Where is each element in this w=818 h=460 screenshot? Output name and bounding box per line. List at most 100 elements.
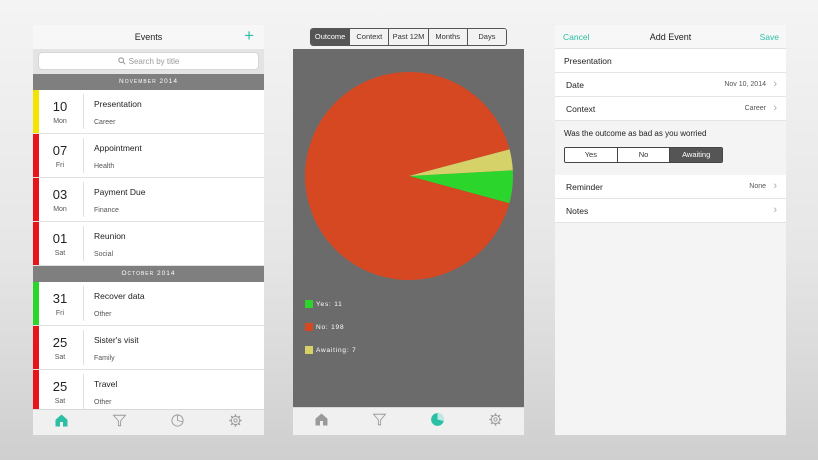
tab-chart[interactable] xyxy=(167,413,187,433)
event-category: Family xyxy=(94,355,115,362)
event-day: 31 xyxy=(52,291,68,306)
save-button[interactable]: Save xyxy=(760,25,779,49)
event-row[interactable]: 03 Mon Payment Due Finance xyxy=(33,178,264,222)
legend-item: Awaiting: 7 xyxy=(305,346,356,354)
event-day: 10 xyxy=(52,99,68,114)
row-divider xyxy=(83,138,84,173)
add-event-nav-bar: Cancel Add Event Save xyxy=(555,25,786,49)
segment-months[interactable]: Months xyxy=(428,29,468,45)
tab-gear[interactable] xyxy=(485,412,505,432)
event-title: Sister's visit xyxy=(94,335,139,345)
section-header: October 2014 xyxy=(33,266,264,282)
event-title: Travel xyxy=(94,379,118,389)
title-field[interactable]: Presentation xyxy=(555,49,786,73)
search-placeholder: Search by title xyxy=(128,57,180,66)
event-title: Reunion xyxy=(94,231,126,241)
event-weekday: Fri xyxy=(55,310,65,317)
event-row[interactable]: 25 Sat Sister's visit Family xyxy=(33,326,264,370)
legend-label: Yes: 11 xyxy=(316,300,343,308)
page-title: Add Event xyxy=(649,32,692,42)
notes-row[interactable]: Notes › xyxy=(555,199,786,223)
tab-home[interactable] xyxy=(52,413,72,433)
row-divider xyxy=(83,330,84,365)
add-event-screen: Cancel Add Event Save Presentation Date … xyxy=(555,25,786,435)
tab-filter[interactable] xyxy=(110,413,130,433)
page-title: Events xyxy=(134,32,163,42)
legend-swatch xyxy=(305,323,313,331)
event-category: Social xyxy=(94,251,114,258)
add-event-button[interactable]: + xyxy=(244,25,254,47)
filter-icon xyxy=(372,412,387,432)
context-label: Context xyxy=(566,104,596,114)
section-header: November 2014 xyxy=(33,74,264,90)
event-row[interactable]: 10 Mon Presentation Career xyxy=(33,90,264,134)
row-divider xyxy=(83,182,84,217)
segment-context[interactable]: Context xyxy=(350,29,390,45)
event-day: 25 xyxy=(52,379,68,394)
reminder-row[interactable]: Reminder None › xyxy=(555,175,786,199)
event-row[interactable]: 01 Sat Reunion Social xyxy=(33,222,264,266)
event-day: 07 xyxy=(52,143,68,158)
event-title: Presentation xyxy=(94,99,142,109)
chevron-right-icon: › xyxy=(773,204,777,216)
event-weekday: Sat xyxy=(54,398,66,405)
tab-gear[interactable] xyxy=(225,413,245,433)
event-title: Recover data xyxy=(94,291,145,301)
row-divider xyxy=(83,94,84,129)
reminder-label: Reminder xyxy=(566,182,603,192)
event-row[interactable]: 31 Fri Recover data Other xyxy=(33,282,264,326)
event-day: 03 xyxy=(52,187,68,202)
outcome-color-bar xyxy=(33,90,39,133)
legend-swatch xyxy=(305,346,313,354)
search-input[interactable]: Search by title xyxy=(38,52,259,70)
outcome-option-awaiting[interactable]: Awaiting xyxy=(670,148,722,162)
event-category: Other xyxy=(94,311,112,318)
tab-bar xyxy=(33,409,264,435)
tab-home[interactable] xyxy=(312,412,332,432)
tab-chart[interactable] xyxy=(427,412,447,432)
chevron-right-icon: › xyxy=(773,180,777,192)
segment-outcome[interactable]: Outcome xyxy=(311,29,351,45)
event-category: Career xyxy=(94,119,116,126)
context-row[interactable]: Context Career › xyxy=(555,97,786,121)
search-bar: Search by title xyxy=(33,49,264,74)
event-row[interactable]: 25 Sat Travel Other xyxy=(33,370,264,414)
event-weekday: Mon xyxy=(53,118,67,125)
chevron-right-icon: › xyxy=(773,78,777,90)
event-list: November 2014 10 Mon Presentation Career 07 Fr… xyxy=(33,74,264,414)
outcome-color-bar xyxy=(33,326,39,369)
event-category: Other xyxy=(94,399,112,406)
event-title: Payment Due xyxy=(94,187,146,197)
segment-past-12m[interactable]: Past 12M xyxy=(389,29,429,45)
event-category: Health xyxy=(94,163,115,170)
legend-label: Awaiting: 7 xyxy=(316,346,357,354)
event-weekday: Sat xyxy=(54,250,66,257)
notes-label: Notes xyxy=(566,206,589,216)
segment-days[interactable]: Days xyxy=(467,29,506,45)
tab-bar xyxy=(293,407,524,435)
legend-swatch xyxy=(305,300,313,308)
outcome-color-bar xyxy=(33,370,39,413)
events-screen: Events + Search by title November 2014 10… xyxy=(33,25,264,435)
filter-icon xyxy=(112,413,127,433)
search-icon xyxy=(117,57,126,65)
outcome-segmented-control: Yes No Awaiting xyxy=(564,147,723,163)
tab-filter[interactable] xyxy=(370,412,390,432)
cancel-button[interactable]: Cancel xyxy=(563,25,589,49)
home-icon xyxy=(54,413,69,433)
outcome-question: Was the outcome as bad as you worried xyxy=(564,129,707,138)
event-category: Finance xyxy=(94,207,119,214)
event-weekday: Mon xyxy=(53,206,67,213)
date-row[interactable]: Date Nov 10, 2014 › xyxy=(555,73,786,97)
gear-icon xyxy=(488,412,503,432)
outcome-option-no[interactable]: No xyxy=(617,148,671,162)
row-divider xyxy=(83,374,84,409)
event-weekday: Fri xyxy=(55,162,65,169)
home-icon xyxy=(314,412,329,432)
outcome-option-yes[interactable]: Yes xyxy=(565,148,618,162)
event-row[interactable]: 07 Fri Appointment Health xyxy=(33,134,264,178)
stats-segment-bar: Outcome Context Past 12M Months Days xyxy=(293,25,524,49)
legend-item: Yes: 11 xyxy=(305,300,343,308)
event-day: 25 xyxy=(52,335,68,350)
outcome-color-bar xyxy=(33,282,39,325)
